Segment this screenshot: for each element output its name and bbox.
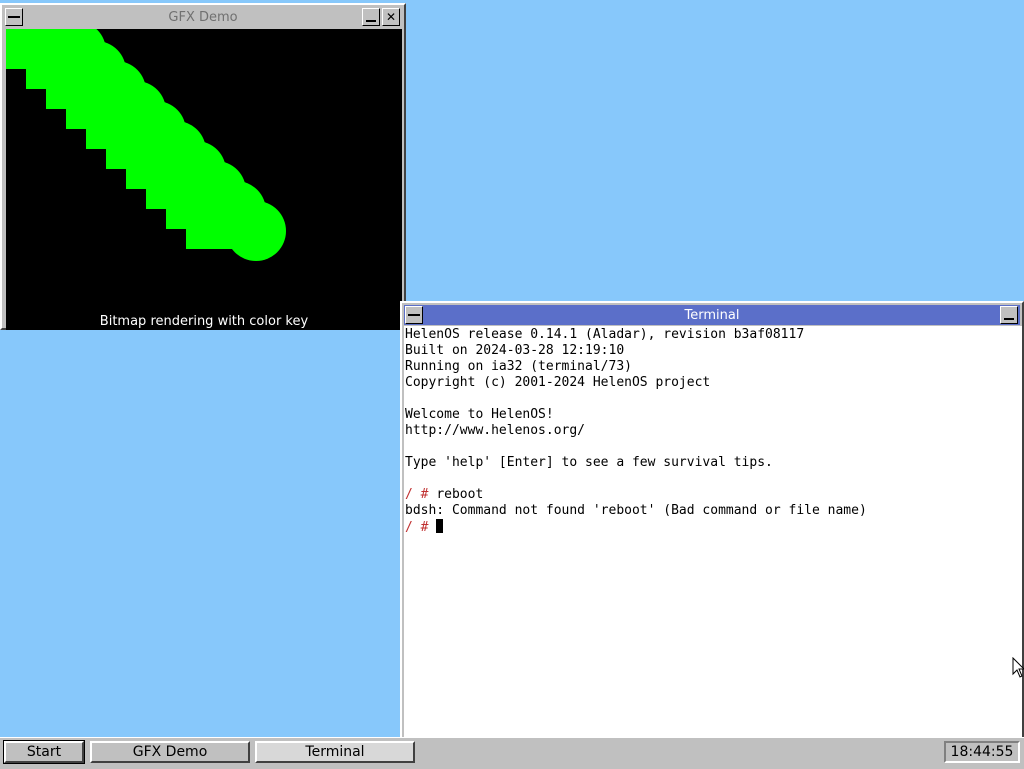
shell-prompt: / # (405, 487, 429, 502)
terminal-screen[interactable]: HelenOS release 0.14.1 (Aladar), revisio… (404, 326, 1022, 739)
gfx-demo-title: GFX Demo (168, 9, 238, 25)
gfx-demo-canvas: Bitmap rendering with color key (6, 29, 402, 330)
terminal-line: Running on ia32 (terminal/73) (405, 359, 632, 374)
gfx-demo-titlebar[interactable]: GFX Demo ✕ (4, 7, 402, 27)
gfx-demo-window[interactable]: GFX Demo ✕ Bitmap rendering with color k… (0, 3, 406, 330)
terminal-line: Copyright (c) 2001-2024 HelenOS project (405, 375, 711, 390)
error-message: bdsh: Command not found 'reboot' (Bad co… (405, 503, 867, 518)
clock: 18:44:55 (944, 741, 1020, 763)
taskbar-item-gfx-demo[interactable]: GFX Demo (90, 741, 250, 763)
terminal-line: HelenOS release 0.14.1 (Aladar), revisio… (405, 327, 805, 342)
minimize-icon[interactable] (1000, 306, 1018, 324)
terminal-window[interactable]: Terminal HelenOS release 0.14.1 (Aladar)… (400, 301, 1024, 741)
typed-command: reboot (436, 487, 484, 502)
shell-prompt: / # (405, 520, 429, 535)
terminal-line: Welcome to HelenOS! (405, 407, 554, 422)
terminal-line: Type 'help' [Enter] to see a few surviva… (405, 455, 773, 470)
gfx-demo-caption: Bitmap rendering with color key (99, 314, 309, 329)
system-menu-icon[interactable] (5, 8, 23, 26)
color-key-bitmap-drawing (6, 29, 286, 261)
terminal-line: http://www.helenos.org/ (405, 423, 586, 438)
taskbar: Start GFX Demo Terminal 18:44:55 (0, 737, 1024, 769)
start-button[interactable]: Start (3, 740, 85, 764)
taskbar-item-terminal[interactable]: Terminal (255, 741, 415, 763)
bitmap-scallop (226, 201, 286, 261)
minimize-icon[interactable] (362, 8, 380, 26)
terminal-line: Built on 2024-03-28 12:19:10 (405, 343, 625, 358)
system-menu-icon[interactable] (405, 306, 423, 324)
terminal-title: Terminal (684, 307, 740, 323)
mouse-pointer-icon (1012, 657, 1024, 678)
text-cursor (436, 519, 444, 533)
terminal-titlebar[interactable]: Terminal (404, 305, 1020, 325)
close-icon[interactable]: ✕ (382, 8, 400, 26)
